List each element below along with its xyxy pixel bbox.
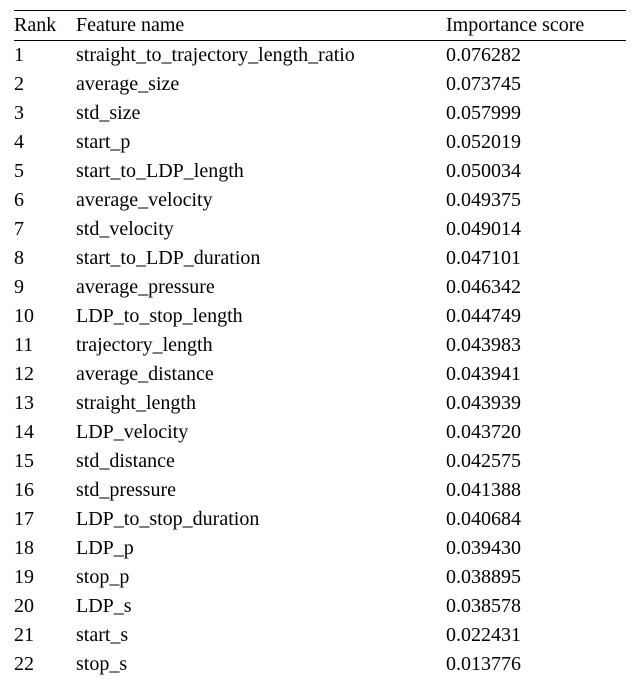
cell-rank: 4 [14,128,76,157]
cell-rank: 1 [14,41,76,71]
cell-rank: 20 [14,592,76,621]
cell-feature-name: start_to_LDP_duration [76,244,446,273]
cell-rank: 15 [14,447,76,476]
table-row: 12average_distance0.043941 [14,360,626,389]
cell-rank: 6 [14,186,76,215]
table-header-row: Rank Feature name Importance score [14,11,626,41]
cell-rank: 11 [14,331,76,360]
cell-feature-name: start_p [76,128,446,157]
cell-rank: 12 [14,360,76,389]
table-row: 10LDP_to_stop_length0.044749 [14,302,626,331]
cell-feature-name: average_distance [76,360,446,389]
cell-rank: 19 [14,563,76,592]
cell-importance-score: 0.052019 [446,128,626,157]
table-row: 11trajectory_length0.043983 [14,331,626,360]
cell-importance-score: 0.022431 [446,621,626,650]
cell-feature-name: average_pressure [76,273,446,302]
cell-feature-name: std_pressure [76,476,446,505]
table-row: 13straight_length0.043939 [14,389,626,418]
cell-importance-score: 0.038895 [446,563,626,592]
cell-rank: 17 [14,505,76,534]
table-row: 21start_s0.022431 [14,621,626,650]
cell-importance-score: 0.041388 [446,476,626,505]
cell-rank: 8 [14,244,76,273]
table-row: 15std_distance0.042575 [14,447,626,476]
cell-importance-score: 0.049014 [446,215,626,244]
table-body: 1straight_to_trajectory_length_ratio0.07… [14,41,626,680]
cell-importance-score: 0.040684 [446,505,626,534]
cell-importance-score: 0.047101 [446,244,626,273]
cell-feature-name: stop_s [76,650,446,679]
table-row: 16std_pressure0.041388 [14,476,626,505]
table-row: 5start_to_LDP_length0.050034 [14,157,626,186]
table-row: 17LDP_to_stop_duration0.040684 [14,505,626,534]
cell-feature-name: std_distance [76,447,446,476]
cell-feature-name: stop_p [76,563,446,592]
cell-importance-score: 0.076282 [446,41,626,71]
cell-importance-score: 0.043720 [446,418,626,447]
table-row: 19stop_p0.038895 [14,563,626,592]
cell-feature-name: average_size [76,70,446,99]
cell-importance-score: 0.042575 [446,447,626,476]
cell-rank: 16 [14,476,76,505]
table-row: 22stop_s0.013776 [14,650,626,679]
cell-feature-name: average_velocity [76,186,446,215]
cell-feature-name: LDP_to_stop_length [76,302,446,331]
cell-importance-score: 0.057999 [446,99,626,128]
table-row: 1straight_to_trajectory_length_ratio0.07… [14,41,626,71]
feature-importance-table: Rank Feature name Importance score 1stra… [14,10,626,679]
cell-importance-score: 0.050034 [446,157,626,186]
cell-rank: 2 [14,70,76,99]
cell-importance-score: 0.038578 [446,592,626,621]
cell-importance-score: 0.044749 [446,302,626,331]
cell-feature-name: straight_length [76,389,446,418]
cell-importance-score: 0.043941 [446,360,626,389]
cell-importance-score: 0.049375 [446,186,626,215]
table-row: 4start_p0.052019 [14,128,626,157]
cell-importance-score: 0.043939 [446,389,626,418]
cell-feature-name: LDP_p [76,534,446,563]
cell-rank: 22 [14,650,76,679]
cell-feature-name: LDP_to_stop_duration [76,505,446,534]
cell-importance-score: 0.039430 [446,534,626,563]
table-row: 2average_size0.073745 [14,70,626,99]
cell-rank: 9 [14,273,76,302]
cell-rank: 5 [14,157,76,186]
cell-feature-name: std_size [76,99,446,128]
cell-feature-name: start_s [76,621,446,650]
table-row: 3std_size0.057999 [14,99,626,128]
cell-importance-score: 0.013776 [446,650,626,679]
cell-rank: 3 [14,99,76,128]
table-row: 6average_velocity0.049375 [14,186,626,215]
cell-rank: 7 [14,215,76,244]
table-row: 14LDP_velocity0.043720 [14,418,626,447]
cell-rank: 13 [14,389,76,418]
cell-rank: 14 [14,418,76,447]
cell-rank: 10 [14,302,76,331]
cell-importance-score: 0.073745 [446,70,626,99]
table-row: 8start_to_LDP_duration0.047101 [14,244,626,273]
cell-importance-score: 0.043983 [446,331,626,360]
table-row: 18LDP_p0.039430 [14,534,626,563]
cell-feature-name: LDP_s [76,592,446,621]
cell-feature-name: std_velocity [76,215,446,244]
cell-rank: 21 [14,621,76,650]
cell-feature-name: trajectory_length [76,331,446,360]
cell-feature-name: start_to_LDP_length [76,157,446,186]
cell-importance-score: 0.046342 [446,273,626,302]
col-header-rank: Rank [14,11,76,41]
cell-rank: 18 [14,534,76,563]
table-row: 7std_velocity0.049014 [14,215,626,244]
table-row: 9average_pressure0.046342 [14,273,626,302]
col-header-score: Importance score [446,11,626,41]
cell-feature-name: LDP_velocity [76,418,446,447]
table-row: 20LDP_s0.038578 [14,592,626,621]
cell-feature-name: straight_to_trajectory_length_ratio [76,41,446,71]
col-header-name: Feature name [76,11,446,41]
